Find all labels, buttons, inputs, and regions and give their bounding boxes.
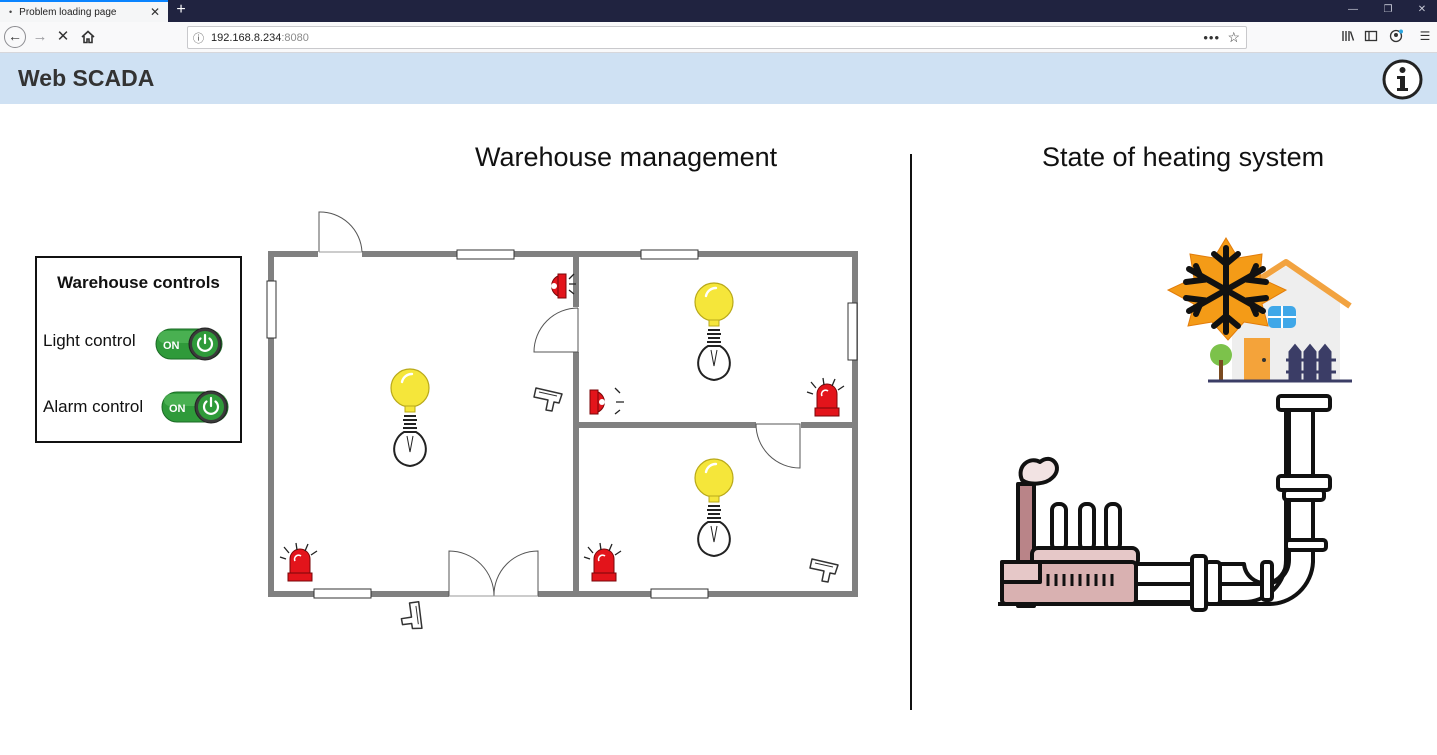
- site-info-icon[interactable]: ⓘ: [193, 30, 211, 46]
- url-host: 192.168.8.234: [211, 31, 282, 44]
- lightbulb-icon: [389, 367, 431, 468]
- library-icon[interactable]: [1339, 29, 1357, 47]
- alarm-siren-icon: [279, 542, 318, 582]
- address-bar[interactable]: ⓘ 192.168.8.234 :8080 ••• ☆: [187, 26, 1247, 49]
- minimize-window-icon[interactable]: —: [1336, 0, 1370, 22]
- home-icon[interactable]: [77, 26, 99, 48]
- heating-system-title: State of heating system: [1042, 142, 1325, 172]
- heating-system-diagram: [998, 237, 1352, 612]
- close-window-icon[interactable]: ✕: [1405, 0, 1437, 22]
- account-icon[interactable]: [1387, 29, 1405, 47]
- bookmark-star-icon[interactable]: ☆: [1227, 29, 1240, 46]
- warehouse-management-title: Warehouse management: [475, 142, 778, 172]
- tab-status-icon: •: [9, 7, 13, 17]
- app-header: Web SCADA: [0, 53, 1437, 104]
- tab-title: Problem loading page: [19, 6, 117, 18]
- security-camera-icon: [395, 599, 429, 635]
- alarm-toggle-state: ON: [169, 403, 186, 415]
- url-port: :8080: [281, 31, 309, 44]
- warehouse-floor-plan: [266, 211, 858, 635]
- new-tab-button[interactable]: +: [172, 1, 190, 19]
- security-camera-icon: [809, 558, 839, 583]
- alarm-siren-icon: [583, 542, 622, 582]
- back-arrow-icon[interactable]: ←: [4, 26, 26, 48]
- alarm-siren-icon: [806, 377, 845, 417]
- alarm-siren-icon: [589, 387, 624, 415]
- warehouse-controls-panel: Warehouse controls Light control ON Alar…: [35, 256, 242, 443]
- menu-icon[interactable]: ☰: [1416, 29, 1434, 47]
- app-title: Web SCADA: [18, 65, 155, 91]
- restore-window-icon[interactable]: ❐: [1371, 0, 1405, 22]
- lightbulb-icon: [693, 281, 735, 382]
- page-actions-icon[interactable]: •••: [1203, 30, 1220, 45]
- light-control-label: Light control: [43, 331, 136, 350]
- lightbulb-icon: [693, 457, 735, 558]
- tab-bar: • Problem loading page ✕ + — ❐ ✕: [0, 0, 1437, 22]
- section-divider: [910, 154, 912, 710]
- heating-pipe: [1128, 394, 1332, 612]
- alarm-control-toggle[interactable]: ON: [161, 389, 231, 425]
- security-camera-icon: [533, 387, 563, 412]
- browser-tab[interactable]: • Problem loading page ✕: [0, 0, 168, 22]
- close-tab-icon[interactable]: ✕: [148, 5, 162, 19]
- stop-icon[interactable]: ✕: [52, 26, 74, 48]
- navigation-toolbar: ← → ✕ ⓘ 192.168.8.234 :8080 ••• ☆ ☰: [0, 22, 1437, 53]
- warehouse-controls-title: Warehouse controls: [57, 273, 220, 292]
- alarm-control-label: Alarm control: [43, 397, 144, 416]
- light-toggle-state: ON: [163, 340, 180, 352]
- forward-arrow-icon[interactable]: →: [29, 26, 51, 48]
- light-control-toggle[interactable]: ON: [155, 326, 225, 362]
- alarm-siren-icon: [550, 273, 576, 299]
- sidebar-icon[interactable]: [1362, 29, 1380, 47]
- info-icon[interactable]: [1382, 59, 1423, 100]
- factory-boiler-icon: [998, 456, 1142, 608]
